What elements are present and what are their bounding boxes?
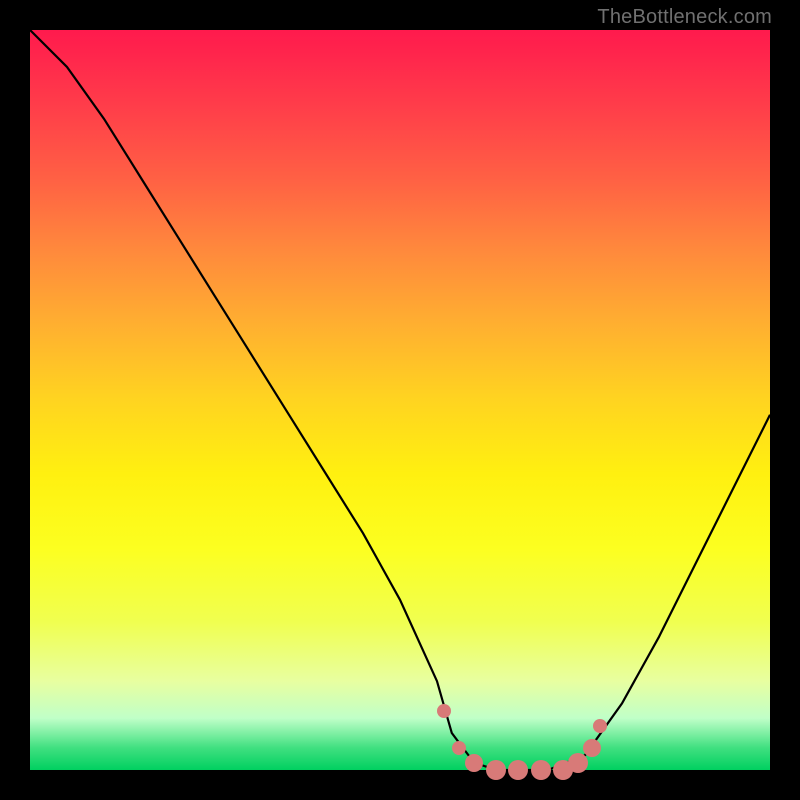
highlight-dot — [508, 760, 528, 780]
highlight-dot — [486, 760, 506, 780]
bottleneck-curve — [30, 30, 770, 770]
highlight-dot — [568, 753, 588, 773]
chart-plot-area — [30, 30, 770, 770]
highlight-dot — [531, 760, 551, 780]
highlight-dot — [452, 741, 466, 755]
highlight-dot — [465, 754, 483, 772]
watermark-text: TheBottleneck.com — [597, 6, 772, 29]
highlight-dot — [593, 719, 607, 733]
